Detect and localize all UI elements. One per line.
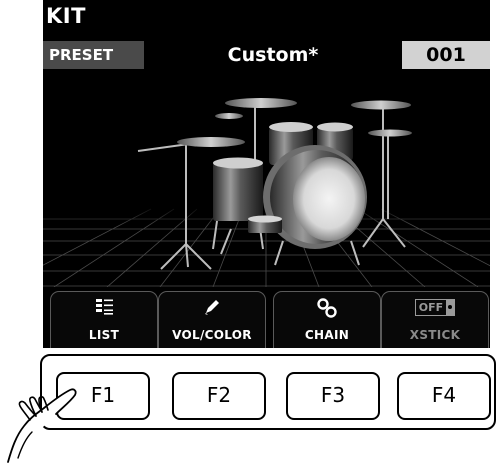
chain-icon (274, 298, 380, 318)
tab-vol-color[interactable]: VOL/COLOR (158, 291, 266, 348)
drum-kit-image (43, 98, 490, 287)
f2-button[interactable]: F2 (172, 372, 266, 420)
preset-bar: PRESET Custom* 001 (43, 41, 490, 69)
tab-list[interactable]: LIST (50, 291, 158, 348)
tab-chain-label: CHAIN (304, 328, 350, 342)
screen-title: KIT (46, 4, 86, 28)
xstick-state-badge: OFF (414, 299, 456, 316)
tab-xstick[interactable]: OFF XSTICK (381, 291, 489, 348)
tab-chain[interactable]: CHAIN (273, 291, 381, 348)
f3-button[interactable]: F3 (286, 372, 380, 420)
tab-xstick-label: XSTICK (409, 328, 461, 342)
preset-name[interactable]: Custom* (144, 41, 402, 69)
preset-number[interactable]: 001 (402, 41, 490, 69)
toggle-icon: OFF (382, 298, 488, 318)
tab-list-label: LIST (88, 328, 120, 342)
function-tab-bar: LIST VOL/COLOR CHAIN OFF XSTICK (43, 289, 490, 348)
list-icon (51, 298, 157, 318)
pointing-hand-icon (7, 388, 77, 463)
f4-button[interactable]: F4 (397, 372, 491, 420)
pencil-icon (159, 298, 265, 318)
tab-vol-color-label: VOL/COLOR (172, 328, 252, 342)
device-screen: KIT PRESET Custom* 001 LIST VOL/COLOR CH… (43, 0, 490, 348)
preset-label: PRESET (43, 41, 144, 69)
